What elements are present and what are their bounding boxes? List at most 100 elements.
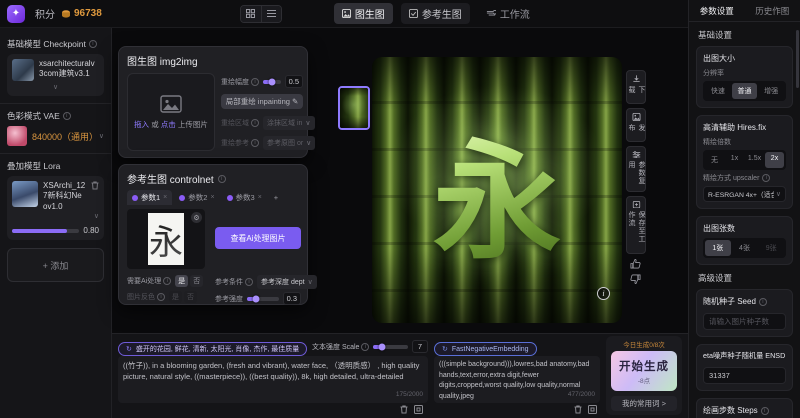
hires-scale-label: 精绘倍数 — [703, 137, 786, 147]
gear-icon[interactable]: ⚙ — [191, 212, 202, 223]
info-icon: i — [361, 343, 369, 351]
publish-button[interactable]: 发布 — [626, 108, 646, 142]
add-lora-button[interactable]: + 添加 — [7, 248, 104, 282]
hires-none[interactable]: 无 — [705, 152, 724, 168]
lora-weight-slider[interactable] — [12, 229, 79, 233]
expand-icon[interactable] — [414, 405, 423, 414]
strength-slider[interactable] — [247, 297, 279, 301]
inpaint-button[interactable]: 局部重绘 inpainting ✎ — [221, 94, 303, 109]
controlnet-panel-title: 参考生图 controlneti — [127, 171, 299, 186]
checkpoint-card[interactable]: xsarchitecturalv3com建筑v3.1 ∨ — [7, 54, 104, 96]
credits-label: 积分 — [35, 6, 55, 21]
controlnet-tab-3[interactable]: 参数3× — [222, 190, 267, 205]
generation-thumbnail[interactable] — [338, 86, 370, 130]
chevron-down-icon[interactable]: ∨ — [12, 83, 99, 91]
count-4[interactable]: 4张 — [732, 240, 758, 256]
resolution-fast[interactable]: 快速 — [705, 83, 731, 99]
image-placeholder-icon — [160, 95, 182, 113]
upscaler-dropdown[interactable]: R-ESRGAN 4x+（适合多种风∨ — [703, 186, 786, 202]
ensd-input[interactable] — [703, 367, 786, 384]
cfg-scale-slider[interactable] — [373, 345, 408, 349]
count-1[interactable]: 1张 — [705, 240, 731, 256]
controlnet-image-viewer[interactable]: 永 ⚙ — [127, 209, 205, 269]
info-icon: i — [89, 40, 97, 48]
coin-icon — [61, 9, 71, 19]
save-workflow-icon — [632, 201, 641, 208]
view-processed-image-button[interactable]: 查看Ai处理图片 — [215, 227, 301, 249]
checkpoint-section-label: 基础模型 Checkpointi — [7, 38, 104, 50]
favorite-prompts-button[interactable]: 我的常用词 > — [611, 396, 677, 411]
menu-list-icon[interactable] — [261, 6, 281, 22]
reuse-params-button[interactable]: 参数复用 — [626, 146, 646, 192]
inpaint-reference-dropdown[interactable]: 参考原图 or∨ — [263, 136, 315, 150]
denoise-slider[interactable] — [263, 80, 281, 84]
trash-icon[interactable] — [91, 181, 99, 190]
tab-history[interactable]: 历史作图 — [745, 5, 800, 17]
batch-count-card: 出图张数 1张 4张 9张 — [696, 216, 793, 265]
info-icon: i — [759, 298, 767, 306]
expand-icon[interactable] — [588, 405, 597, 414]
cfg-scale-value[interactable]: 7 — [412, 340, 428, 353]
count-9: 9张 — [758, 240, 784, 256]
close-icon[interactable]: × — [163, 194, 167, 201]
controlnet-tab-2[interactable]: 参数2× — [174, 190, 219, 205]
close-icon[interactable]: × — [258, 194, 262, 201]
app-window: ✦ 积分 96738 图生图 参考生图 工作流 基础模型 Checkpointi — [0, 0, 800, 418]
trash-icon[interactable] — [574, 405, 582, 414]
info-icon: i — [761, 407, 769, 415]
img2img-panel: 图生图 img2img 拖入 或 点击 上传图片 重绘幅度i 0.5 局部重绘 … — [118, 46, 308, 158]
thumbs-up-icon[interactable] — [628, 256, 642, 270]
denoise-value[interactable]: 0.5 — [285, 75, 303, 88]
vae-selector[interactable]: 840000（通用） ∨ — [7, 126, 104, 146]
thumbs-down-icon[interactable] — [628, 272, 642, 286]
image-upload-dropzone[interactable]: 拖入 或 点击 上传图片 — [127, 73, 215, 151]
controlnet-tabs: 参数1× 参数2× 参数3× + — [127, 190, 299, 205]
negative-prompt-textarea[interactable]: (((simple background))),lowres,bad anato… — [434, 356, 600, 403]
app-logo-icon[interactable]: ✦ — [7, 5, 25, 23]
lora-thumbnail — [12, 181, 38, 207]
upload-hint: 拖入 或 点击 上传图片 — [134, 119, 208, 130]
chevron-down-icon[interactable]: ∨ — [12, 212, 99, 220]
refresh-icon: ↻ — [442, 345, 448, 353]
tab-img2img[interactable]: 图生图 — [334, 3, 393, 24]
controlnet-tab-1[interactable]: 参数1× — [127, 190, 172, 205]
condition-dropdown[interactable]: 参考深度 dept∨ — [257, 275, 317, 289]
grid-view-icon[interactable] — [241, 6, 261, 22]
settings-panel-tabs: 参数设置 历史作图 — [689, 0, 800, 22]
generate-button[interactable]: 开始生成 -8点 — [611, 351, 677, 391]
tab-parameters[interactable]: 参数设置 — [689, 5, 745, 17]
seed-label: 随机种子 Seedi — [703, 296, 786, 307]
download-button[interactable]: 下载 — [626, 70, 646, 104]
info-icon: i — [163, 277, 171, 285]
tab-reference-gen[interactable]: 参考生图 — [401, 3, 470, 24]
strength-value[interactable]: 0.3 — [283, 292, 301, 305]
need-ai-toggle[interactable]: 是否 — [175, 275, 203, 287]
hires-1x[interactable]: 1x — [725, 152, 744, 168]
seed-input[interactable] — [703, 313, 786, 330]
hires-2x[interactable]: 2x — [765, 152, 784, 168]
scrollbar[interactable] — [796, 30, 799, 88]
inpaint-area-dropdown[interactable]: 涂抹区域 in∨ — [263, 116, 315, 130]
generated-image[interactable]: 永 — [372, 57, 622, 323]
controlnet-panel: 参考生图 controlneti 参数1× 参数2× 参数3× + 永 ⚙ 查看… — [118, 164, 308, 305]
positive-chip[interactable]: ↻盛开的花园, 鲜花, 清新, 太阳光, 肖像, 杰作, 最佳质量 — [118, 338, 307, 356]
info-icon: i — [245, 278, 253, 286]
resolution-enhanced[interactable]: 增强 — [758, 83, 784, 99]
close-icon[interactable]: × — [210, 194, 214, 201]
hires-15x[interactable]: 1.5x — [745, 152, 764, 168]
negative-chip[interactable]: ↻FastNegativeEmbedding — [434, 338, 537, 356]
positive-prompt-textarea[interactable]: ((竹子)), in a blooming garden, (fresh and… — [118, 356, 428, 403]
tab-workflow[interactable]: 工作流 — [478, 3, 538, 24]
sliders-icon — [632, 151, 641, 158]
inpaint-area-label: 重绘区域i — [221, 118, 259, 128]
info-icon: i — [157, 293, 165, 301]
image-size-card: 出图大小 分辨率 快速 普通 增强 — [696, 46, 793, 108]
save-to-workflow-button[interactable]: 保存至工作流 — [626, 196, 646, 254]
trash-icon[interactable] — [400, 405, 408, 414]
resolution-normal[interactable]: 普通 — [732, 83, 758, 99]
add-controlnet-tab[interactable]: + — [269, 191, 283, 204]
image-info-icon[interactable]: i — [597, 287, 610, 300]
top-bar: ✦ 积分 96738 图生图 参考生图 工作流 — [0, 0, 688, 28]
mode-tabs: 图生图 参考生图 工作流 — [334, 3, 538, 24]
lora-card[interactable]: XSArchi_127新科幻Neov1.0 ∨ 0.80 — [7, 176, 104, 240]
